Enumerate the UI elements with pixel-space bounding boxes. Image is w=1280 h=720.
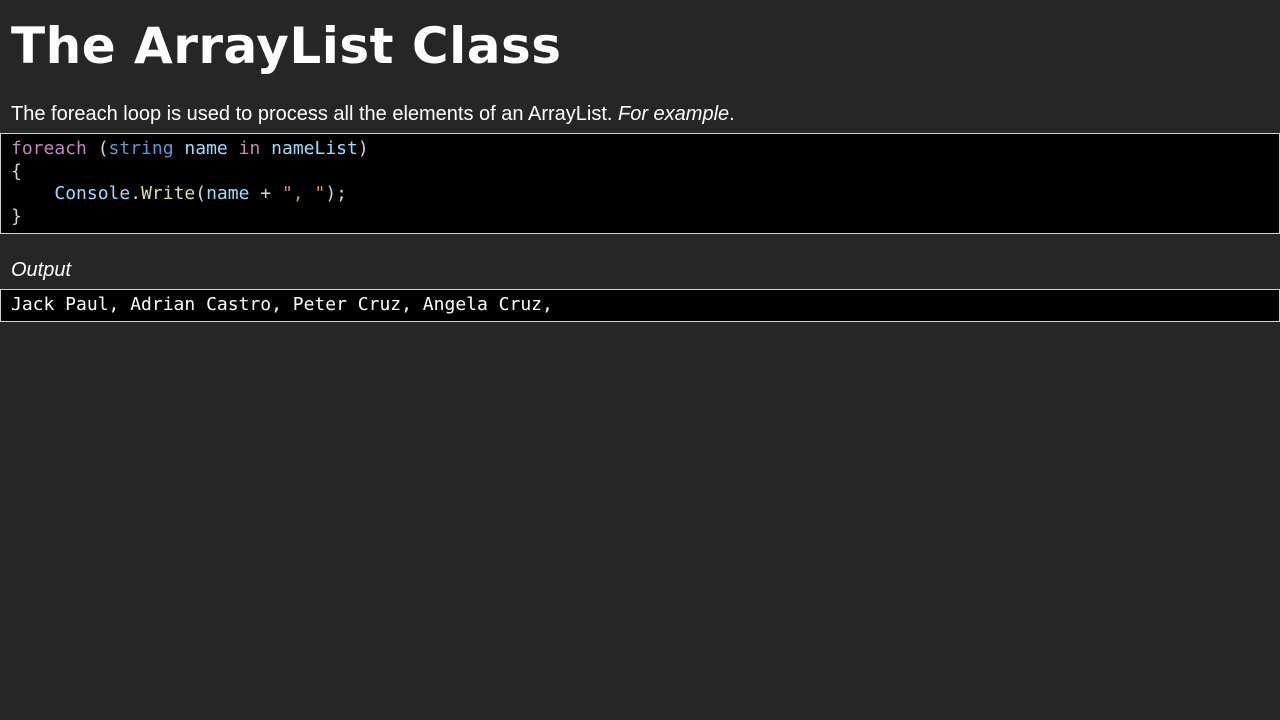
code-line-2: { — [11, 160, 22, 182]
code-keyword-foreach: foreach — [11, 138, 87, 159]
code-close: ); — [325, 183, 348, 204]
intro-paragraph: The foreach loop is used to process all … — [11, 100, 735, 128]
output-block: Jack Paul, Adrian Castro, Peter Cruz, An… — [0, 289, 1280, 322]
code-dot: . — [130, 183, 142, 204]
code-open-paren: ( — [86, 138, 109, 159]
code-var-namelist: nameList — [271, 138, 358, 159]
output-text: Jack Paul, Adrian Castro, Peter Cruz, An… — [11, 294, 553, 315]
code-var-name: name — [206, 183, 250, 204]
output-label: Output — [11, 259, 72, 281]
code-content: foreach (string name in nameList){ Conso… — [1, 134, 1279, 228]
code-type-string: string — [108, 138, 174, 159]
intro-emphasis: For example — [618, 103, 730, 125]
code-close-paren: ) — [357, 138, 369, 159]
code-class-console: Console — [54, 183, 131, 204]
code-keyword-in: in — [238, 138, 261, 159]
code-line-3: Console.Write(name + ", "); — [11, 183, 1279, 206]
code-open-paren: ( — [195, 183, 207, 204]
code-block: foreach (string name in nameList){ Conso… — [0, 133, 1280, 234]
intro-trailing: . — [729, 103, 735, 125]
code-line-1: foreach (string name in nameList) — [11, 138, 1279, 161]
code-line-4: } — [11, 205, 22, 227]
intro-text: The foreach loop is used to process all … — [11, 103, 618, 125]
code-method-write: Write — [141, 183, 196, 204]
code-string-literal: ", " — [281, 183, 326, 204]
code-plus: + — [249, 183, 282, 204]
code-var-name: name — [184, 138, 228, 159]
page-title: The ArrayList Class — [11, 17, 562, 75]
